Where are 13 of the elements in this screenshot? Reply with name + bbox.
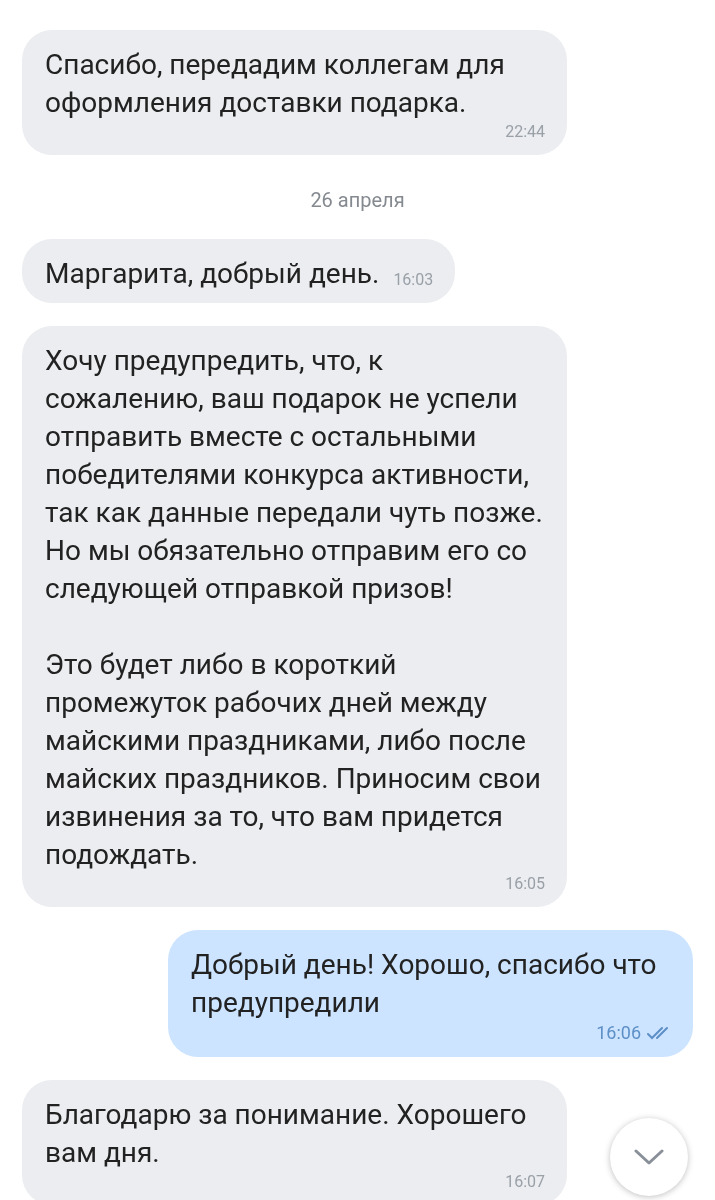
- message-text: Спасибо, передадим коллегам для оформления доставки подарка.: [45, 47, 506, 121]
- chevron-down-icon: [634, 1149, 664, 1165]
- message-time: 16:06: [596, 1022, 641, 1043]
- message-text: Благодарю за понимание. Хорошего вам дня.: [45, 1097, 528, 1171]
- scroll-down-button[interactable]: [610, 1118, 688, 1196]
- date-separator: 26 апреля: [310, 187, 405, 214]
- message-text: Добрый день! Хорошо, спасибо что предупредили: [191, 947, 658, 1021]
- message-time: 22:44: [505, 122, 545, 141]
- message-time: 16:03: [393, 270, 434, 289]
- message-text: Хочу предупредить, что, к сожалению, ваш подарок не успели отправить вместе с остальными победителями конкурса активности, так как данные передали чуть позже. Но мы обязательно отправим его со следующей отправкой призов! Это будет либо в короткий промежуток рабочих дней между майскими праздниками, либо после майских праздников. Приносим свои извинения за то, что вам придется подождать.: [45, 343, 544, 873]
- message-time: 16:07: [505, 1172, 545, 1191]
- message-text: Маргарита, добрый день.: [45, 256, 380, 292]
- message-time: 16:05: [505, 874, 545, 893]
